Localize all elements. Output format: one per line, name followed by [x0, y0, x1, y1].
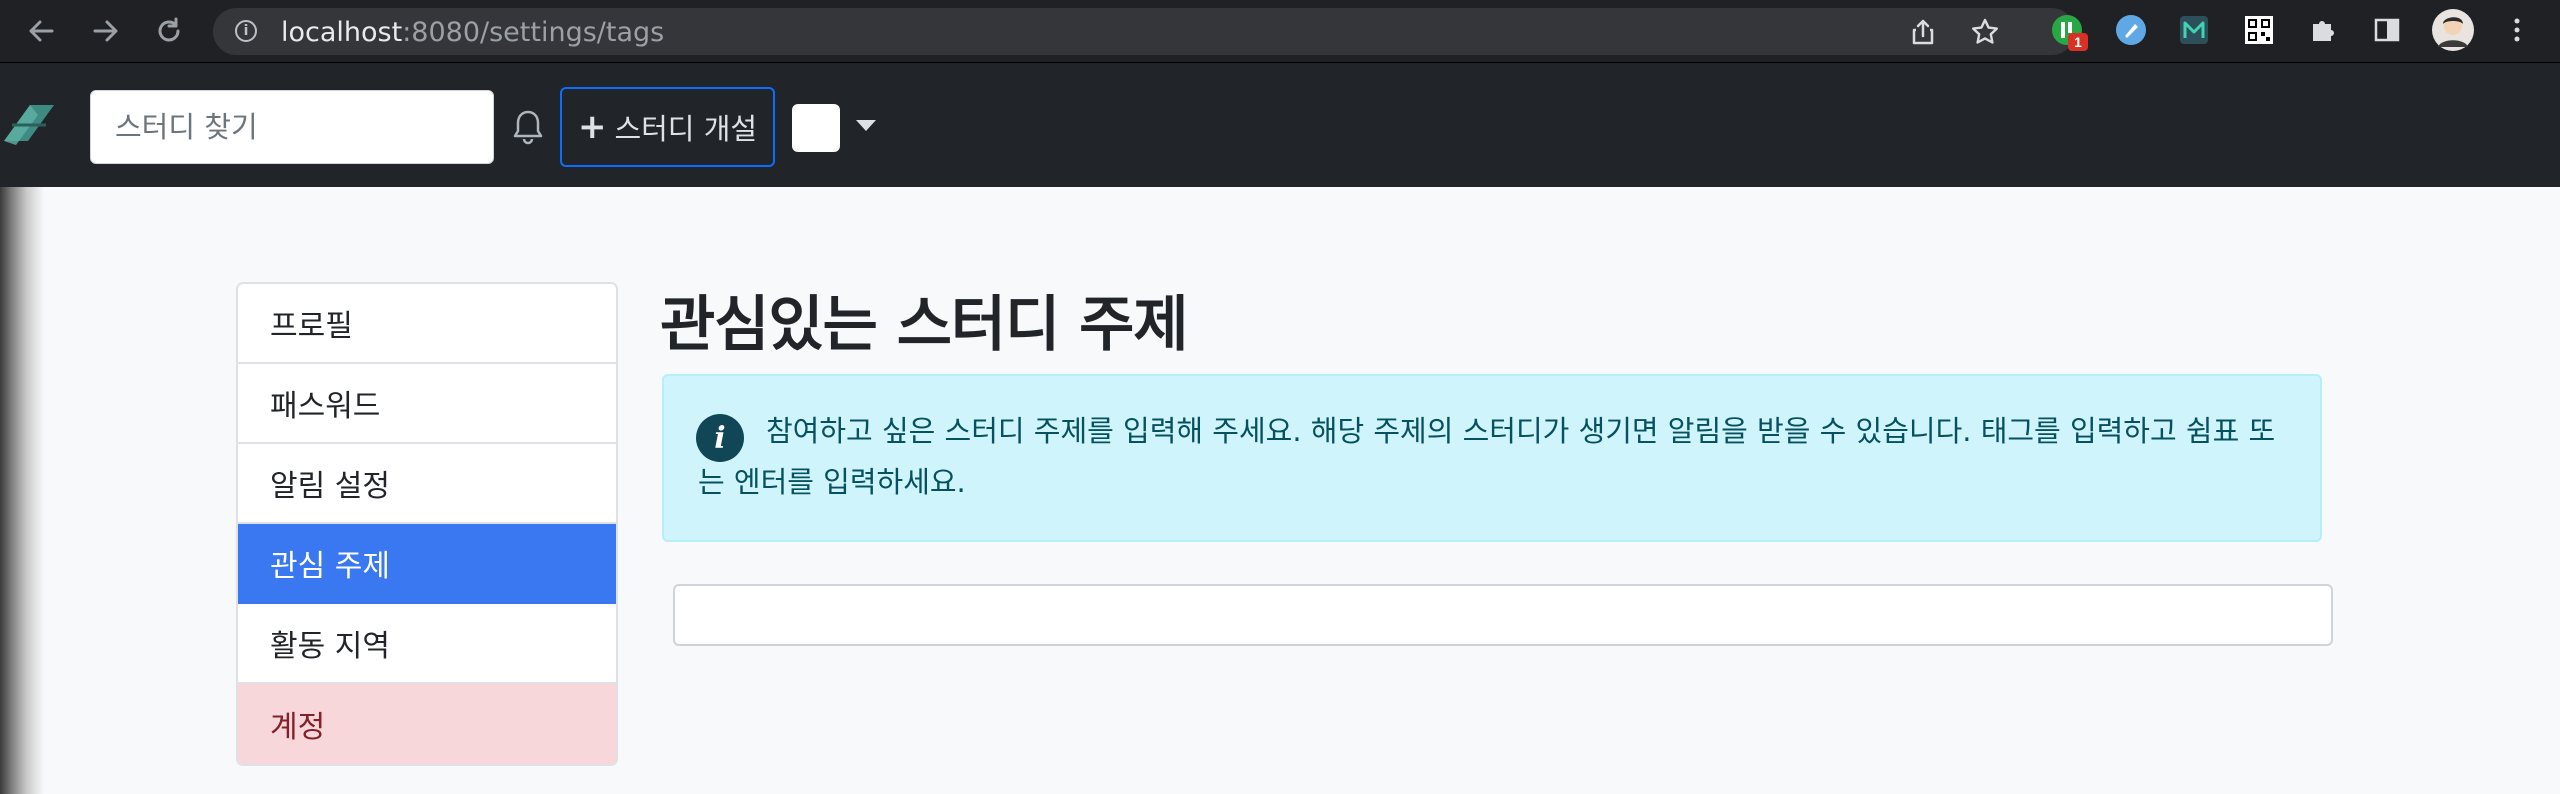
notification-bell-icon[interactable]: [510, 108, 546, 146]
chevron-down-icon[interactable]: [856, 120, 876, 131]
url-text[interactable]: localhost:8080/settings/tags: [281, 17, 664, 48]
window-edge-shadow: [0, 187, 44, 794]
sidebar-item-notifications[interactable]: 알림 설정: [238, 444, 616, 524]
page-title: 관심있는 스터디 주제: [660, 290, 1189, 360]
sidebar-item-label: 알림 설정: [270, 469, 390, 504]
sidebar-item-zones[interactable]: 활동 지역: [238, 604, 616, 684]
sidebar-item-profile[interactable]: 프로필: [238, 284, 616, 364]
alert-message: 참여하고 싶은 스터디 주제를 입력해 주세요. 해당 주제의 스터디가 생기면…: [698, 414, 2276, 499]
share-icon[interactable]: [1907, 16, 1939, 48]
site-info-icon[interactable]: i: [235, 20, 257, 42]
extension-badge: 1: [2068, 33, 2088, 51]
study-search-input[interactable]: [90, 90, 494, 164]
extension-qr-icon[interactable]: [2242, 13, 2276, 47]
sidebar-item-label: 계정: [270, 710, 326, 745]
sidebar-item-label: 프로필: [270, 309, 353, 344]
side-panel-icon[interactable]: [2370, 13, 2404, 47]
app-navbar: + 스터디 개설: [0, 63, 2560, 187]
extension-m-icon[interactable]: [2177, 13, 2211, 47]
reload-icon[interactable]: [152, 14, 186, 48]
extension-green-icon[interactable]: 1: [2050, 13, 2088, 51]
forward-icon[interactable]: [89, 14, 123, 48]
extensions-puzzle-icon[interactable]: [2306, 13, 2340, 47]
brand-logo-icon[interactable]: [0, 95, 58, 153]
settings-sidebar: 프로필 패스워드 알림 설정 관심 주제 활동 지역 계정: [236, 282, 618, 766]
user-avatar[interactable]: [792, 104, 840, 152]
browser-menu-icon[interactable]: [2500, 13, 2534, 47]
tags-input[interactable]: [673, 584, 2333, 646]
sidebar-item-label: 관심 주제: [270, 549, 390, 584]
profile-avatar-icon[interactable]: [2432, 9, 2474, 51]
plus-icon: +: [577, 107, 607, 147]
sidebar-item-account[interactable]: 계정: [238, 684, 616, 764]
bookmark-star-icon[interactable]: [1969, 16, 2001, 48]
browser-toolbar: i localhost:8080/settings/tags 1: [0, 0, 2560, 63]
address-bar[interactable]: i localhost:8080/settings/tags: [213, 8, 2075, 55]
extension-pen-icon[interactable]: [2114, 13, 2148, 47]
create-study-label: 스터디 개설: [614, 112, 758, 146]
create-study-button[interactable]: + 스터디 개설: [560, 87, 775, 167]
back-icon[interactable]: [24, 14, 58, 48]
sidebar-item-label: 패스워드: [270, 389, 381, 424]
sidebar-item-label: 활동 지역: [270, 629, 390, 664]
sidebar-item-tags[interactable]: 관심 주제: [238, 524, 616, 604]
url-path: :8080/settings/tags: [402, 17, 665, 48]
url-host: localhost: [281, 17, 403, 48]
info-alert: i 참여하고 싶은 스터디 주제를 입력해 주세요. 해당 주제의 스터디가 생…: [662, 374, 2322, 542]
sidebar-item-password[interactable]: 패스워드: [238, 364, 616, 444]
